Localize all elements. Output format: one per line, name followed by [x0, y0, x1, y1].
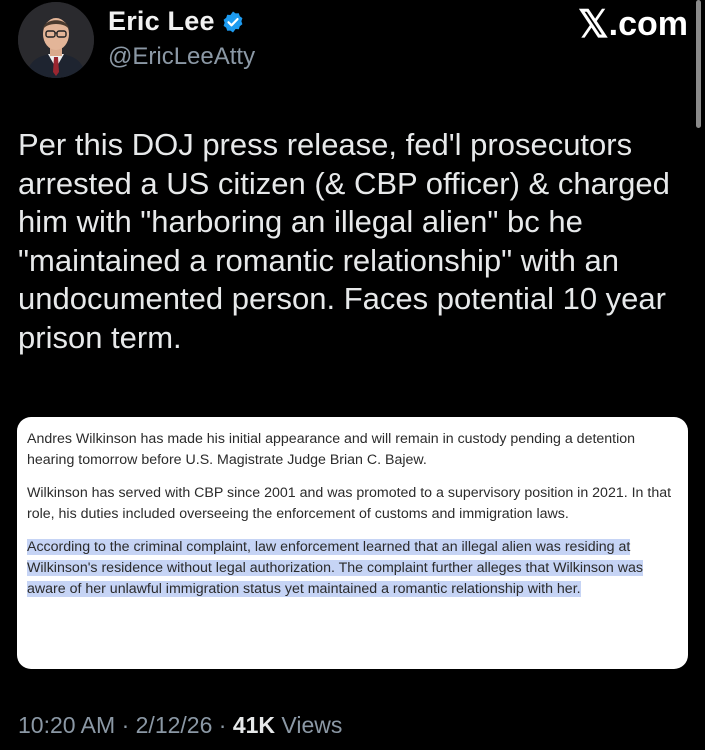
tweet-header: Eric Lee @EricLeeAtty 𝕏 .com — [18, 0, 688, 90]
tweet-date[interactable]: 2/12/26 — [136, 712, 213, 738]
press-release-paragraph-2: Wilkinson has served with CBP since 2001… — [27, 485, 672, 522]
tweet-text: Per this DOJ press release, fed'l prosec… — [18, 127, 670, 355]
tweet-time[interactable]: 10:20 AM — [18, 712, 115, 738]
highlighted-text: According to the criminal complaint, law… — [27, 539, 643, 597]
x-com-logo: 𝕏 .com — [578, 2, 688, 47]
avatar[interactable] — [18, 2, 94, 78]
views-label: Views — [275, 712, 343, 738]
meta-separator: · — [212, 712, 233, 738]
x-logo-icon: 𝕏 — [578, 4, 609, 46]
brand-suffix: .com — [608, 5, 688, 43]
tweet-meta: 10:20 AM · 2/12/26 · 41K Views — [18, 712, 342, 739]
author-handle[interactable]: @EricLeeAtty — [108, 43, 255, 71]
author-name[interactable]: Eric Lee — [108, 6, 215, 37]
meta-separator: · — [115, 712, 136, 738]
avatar-portrait — [18, 2, 94, 78]
press-release-screenshot[interactable]: Andres Wilkinson has made his initial ap… — [17, 417, 688, 669]
press-release-paragraph-1: Andres Wilkinson has made his initial ap… — [27, 431, 636, 468]
author-block: Eric Lee @EricLeeAtty — [108, 6, 255, 71]
verified-badge-icon — [223, 11, 243, 32]
scrollbar[interactable] — [696, 0, 701, 128]
press-release-paragraph-3: According to the criminal complaint, law… — [27, 537, 678, 600]
views-count[interactable]: 41K — [233, 712, 275, 738]
